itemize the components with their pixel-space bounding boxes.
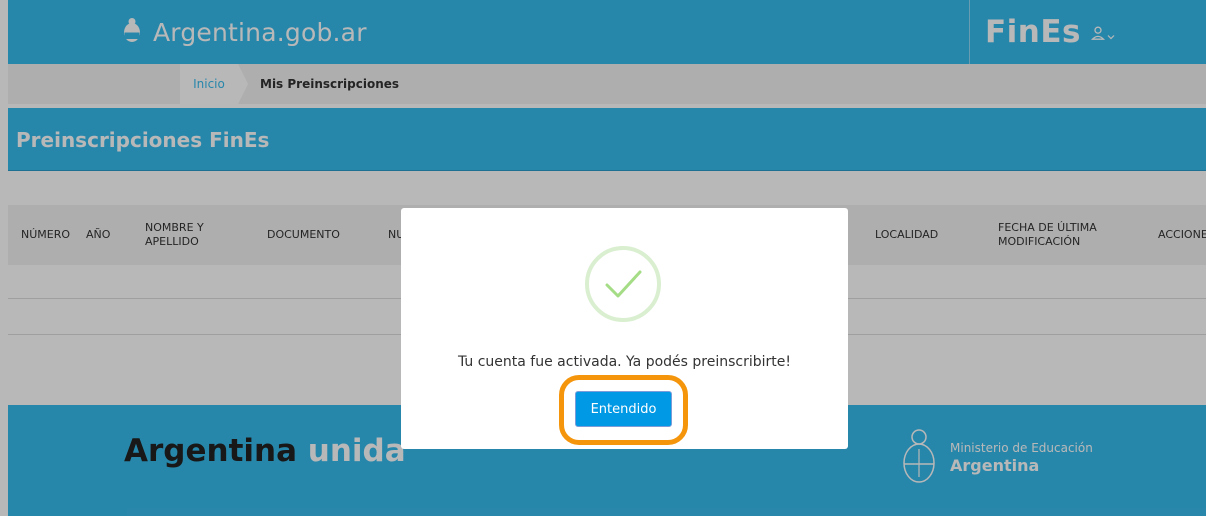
highlight-ring (559, 375, 688, 445)
checkmark-icon (583, 244, 663, 328)
modal-message: Tu cuenta fue activada. Ya podés preinsc… (457, 354, 792, 370)
